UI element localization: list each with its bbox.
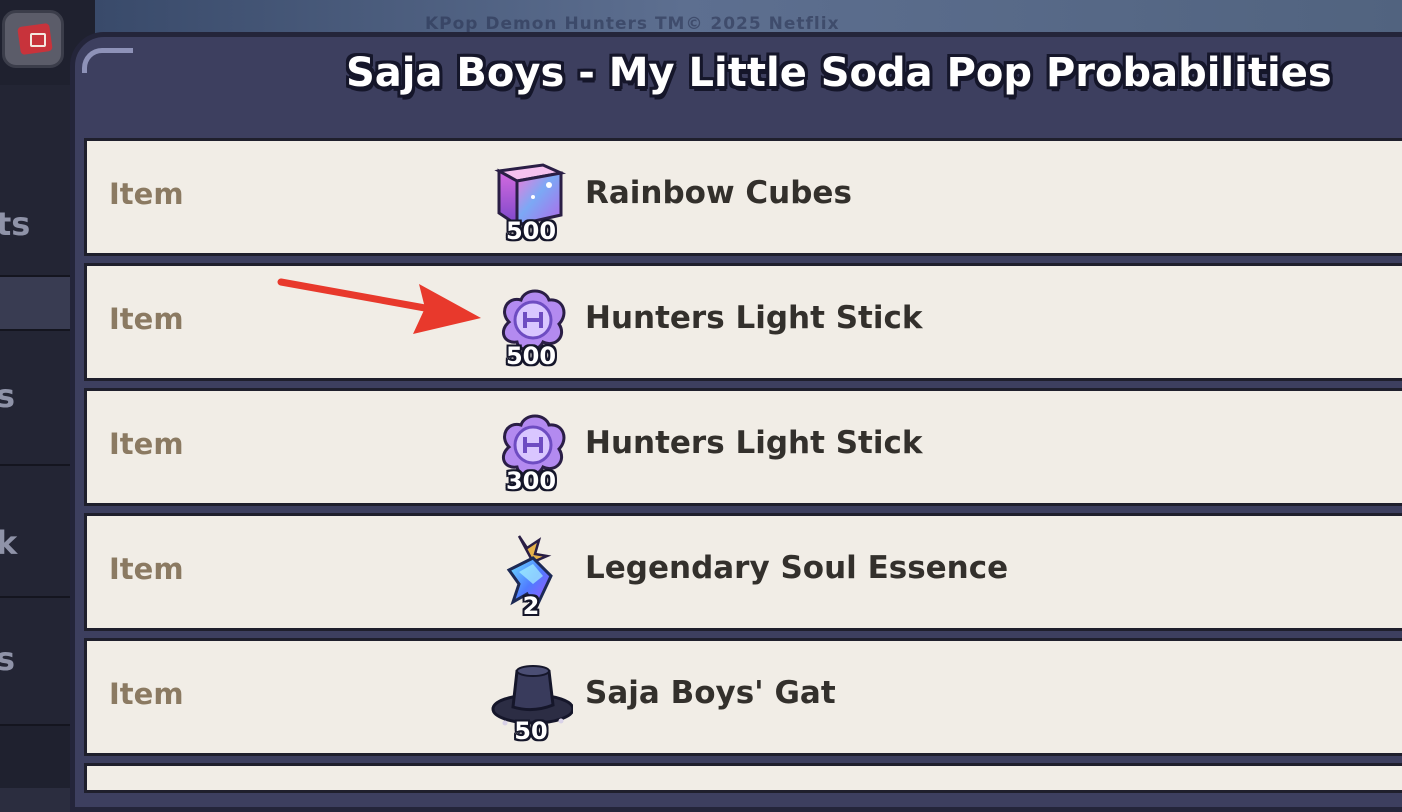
gift-icon[interactable] <box>2 10 64 68</box>
dialog-title: Saja Boys - My Little Soda Pop Probabili… <box>346 50 1332 96</box>
side-menu-item[interactable]: s <box>0 331 70 466</box>
side-menu-item[interactable]: k <box>0 466 70 598</box>
item-type-label: Item <box>109 302 184 336</box>
side-menu-label: ts <box>0 205 31 243</box>
item-type-label: Item <box>109 427 184 461</box>
item-quantity: 2 <box>522 592 540 620</box>
item-name: Hunters Light Stick <box>585 300 923 336</box>
side-menu-label: s <box>0 377 16 415</box>
item-quantity: 500 <box>505 342 557 370</box>
item-type-label: Item <box>109 677 184 711</box>
side-menu-item[interactable]: s <box>0 598 70 726</box>
item-name: Legendary Soul Essence <box>585 550 1009 586</box>
rainbow-cube-icon: 500 <box>489 157 573 245</box>
copyright-watermark: KPop Demon Hunters TM© 2025 Netflix <box>425 14 840 34</box>
side-menu-label: s <box>0 640 16 678</box>
side-menu-item-selected[interactable] <box>0 277 70 331</box>
list-item: Item 300 Hunters Light Stick <box>84 388 1402 506</box>
dialog-corner-highlight <box>82 48 133 73</box>
item-type-label: Item <box>109 177 184 211</box>
item-name: Rainbow Cubes <box>585 175 852 211</box>
side-menu-item[interactable]: ts <box>0 85 70 277</box>
list-item: Item 2 Legendary Soul Essence <box>84 513 1402 631</box>
item-quantity: 300 <box>505 467 557 495</box>
light-stick-icon: 500 <box>489 282 573 370</box>
item-quantity: 50 <box>514 717 548 745</box>
item-type-label: Item <box>109 552 184 586</box>
list-item: Item 50 Saja Boys' Gat <box>84 638 1402 756</box>
soul-essence-icon: 2 <box>489 532 573 620</box>
list-item: Item 500 Rainbow Cubes <box>84 138 1402 256</box>
item-name: Hunters Light Stick <box>585 425 923 461</box>
red-arrow-icon <box>277 278 481 334</box>
light-stick-icon: 300 <box>489 407 573 495</box>
gat-hat-icon: 50 <box>489 657 573 745</box>
item-quantity: 500 <box>505 217 557 245</box>
list-item-partial <box>84 763 1402 793</box>
side-menu-label: k <box>0 524 18 562</box>
item-name: Saja Boys' Gat <box>585 675 836 711</box>
